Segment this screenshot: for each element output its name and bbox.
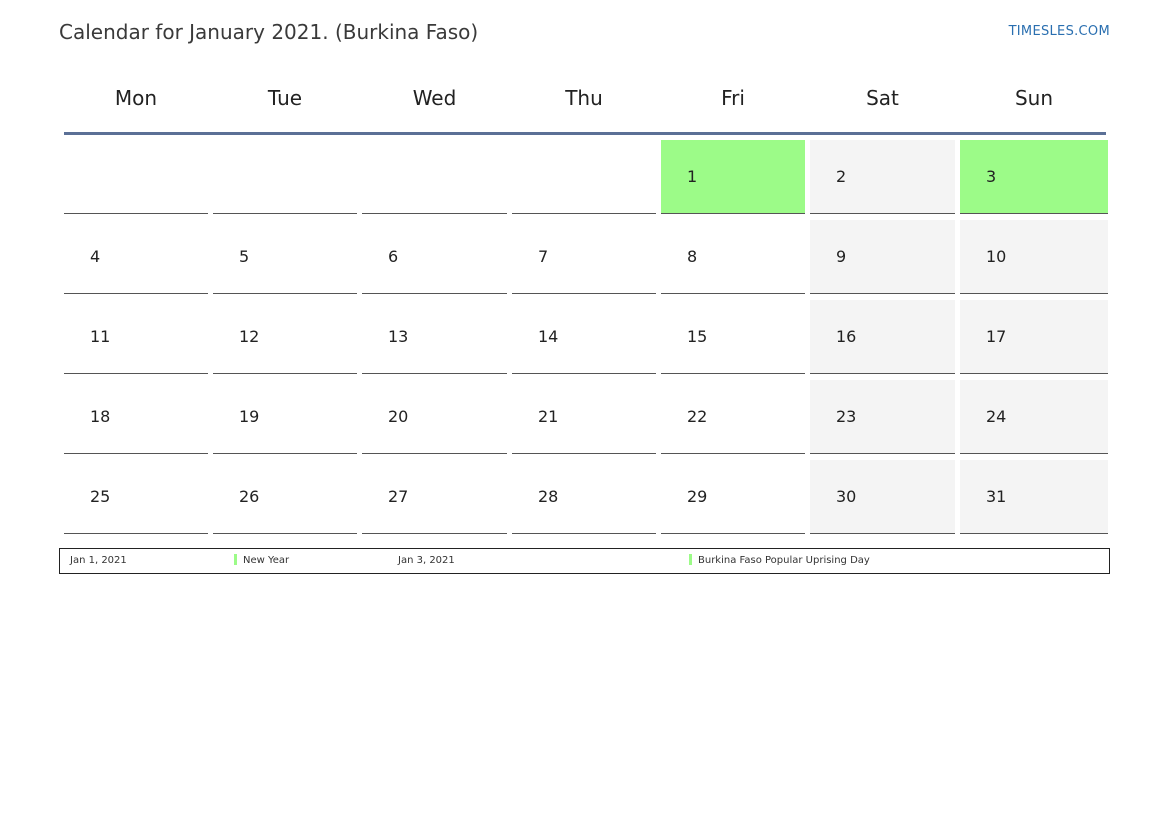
day-cell-2[interactable]: 2 xyxy=(810,140,955,214)
week-row: 11 12 13 14 15 16 17 xyxy=(64,300,1108,374)
day-number: 16 xyxy=(836,327,857,346)
day-cell-5[interactable]: 5 xyxy=(213,220,357,294)
day-cell-30[interactable]: 30 xyxy=(810,460,955,534)
day-number: 29 xyxy=(687,487,708,506)
day-cell-17[interactable]: 17 xyxy=(960,300,1108,374)
weekday-header: Thu xyxy=(565,86,603,110)
calendar-grid: Mon Tue Wed Thu Fri Sat Sun 1 2 3 4 5 6 7 8 9 10 1… xyxy=(64,64,1108,540)
weekday-header: Sun xyxy=(1014,86,1054,110)
day-number: 12 xyxy=(239,327,260,346)
weekday-header: Sat xyxy=(866,86,899,110)
day-number: 25 xyxy=(90,487,111,506)
day-number: 4 xyxy=(90,247,101,266)
holiday-legend: Jan 1, 2021 New Year Jan 3, 2021 Burkina… xyxy=(59,548,1110,574)
holiday-marker-icon xyxy=(689,553,692,565)
day-cell-empty xyxy=(64,140,208,214)
day-cell-7[interactable]: 7 xyxy=(512,220,656,294)
page-title: Calendar for January 2021. (Burkina Faso… xyxy=(59,20,479,44)
legend-holiday-name: Burkina Faso Popular Uprising Day xyxy=(689,549,870,573)
day-cell-empty xyxy=(512,140,656,214)
day-number: 3 xyxy=(986,167,997,186)
day-cell-10[interactable]: 10 xyxy=(960,220,1108,294)
weekday-header: Fri xyxy=(721,86,745,110)
day-number: 7 xyxy=(538,247,549,266)
day-number: 8 xyxy=(687,247,698,266)
day-number: 22 xyxy=(687,407,708,426)
day-cell-25[interactable]: 25 xyxy=(64,460,208,534)
day-cell-24[interactable]: 24 xyxy=(960,380,1108,454)
weeks-container: 1 2 3 4 5 6 7 8 9 10 11 12 13 14 15 16 17 18 19 20 21 22 23 24 2… xyxy=(64,140,1108,534)
day-cell-14[interactable]: 14 xyxy=(512,300,656,374)
day-cell-12[interactable]: 12 xyxy=(213,300,357,374)
day-number: 13 xyxy=(388,327,409,346)
day-cell-3[interactable]: 3 xyxy=(960,140,1108,214)
day-number: 19 xyxy=(239,407,260,426)
day-number: 20 xyxy=(388,407,409,426)
weekday-header: Mon xyxy=(114,86,158,110)
day-cell-8[interactable]: 8 xyxy=(661,220,805,294)
day-number: 10 xyxy=(986,247,1007,266)
day-cell-22[interactable]: 22 xyxy=(661,380,805,454)
day-cell-19[interactable]: 19 xyxy=(213,380,357,454)
weekday-header: Wed xyxy=(412,86,457,110)
legend-holiday-label: Burkina Faso Popular Uprising Day xyxy=(698,555,870,566)
day-cell-9[interactable]: 9 xyxy=(810,220,955,294)
day-number: 9 xyxy=(836,247,847,266)
day-number: 27 xyxy=(388,487,409,506)
legend-holiday-label: New Year xyxy=(243,555,290,566)
legend-date: Jan 3, 2021 xyxy=(398,555,455,566)
day-number: 31 xyxy=(986,487,1007,506)
day-cell-31[interactable]: 31 xyxy=(960,460,1108,534)
brand-link[interactable]: TIMESLES.COM xyxy=(1009,24,1110,39)
day-number: 2 xyxy=(836,167,847,186)
day-number: 30 xyxy=(836,487,857,506)
day-number: 1 xyxy=(687,167,698,186)
week-row: 1 2 3 xyxy=(64,140,1108,214)
day-number: 15 xyxy=(687,327,708,346)
week-row: 4 5 6 7 8 9 10 xyxy=(64,220,1108,294)
day-number: 23 xyxy=(836,407,857,426)
day-cell-23[interactable]: 23 xyxy=(810,380,955,454)
week-row: 18 19 20 21 22 23 24 xyxy=(64,380,1108,454)
day-cell-28[interactable]: 28 xyxy=(512,460,656,534)
day-number: 11 xyxy=(90,327,111,346)
day-cell-13[interactable]: 13 xyxy=(362,300,507,374)
day-number: 17 xyxy=(986,327,1007,346)
week-row: 25 26 27 28 29 30 31 xyxy=(64,460,1108,534)
day-cell-29[interactable]: 29 xyxy=(661,460,805,534)
day-number: 14 xyxy=(538,327,559,346)
day-cell-empty xyxy=(213,140,357,214)
legend-date: Jan 1, 2021 xyxy=(70,555,127,566)
day-cell-empty xyxy=(362,140,507,214)
day-number: 5 xyxy=(239,247,250,266)
day-number: 24 xyxy=(986,407,1007,426)
day-cell-21[interactable]: 21 xyxy=(512,380,656,454)
day-number: 26 xyxy=(239,487,260,506)
weekday-header-row: Mon Tue Wed Thu Fri Sat Sun xyxy=(64,64,1106,135)
day-number: 28 xyxy=(538,487,559,506)
legend-holiday-name: New Year xyxy=(234,549,289,573)
day-cell-18[interactable]: 18 xyxy=(64,380,208,454)
day-cell-4[interactable]: 4 xyxy=(64,220,208,294)
weekday-header: Tue xyxy=(267,86,303,110)
holiday-marker-icon xyxy=(234,553,237,565)
day-cell-27[interactable]: 27 xyxy=(362,460,507,534)
day-number: 18 xyxy=(90,407,111,426)
day-number: 21 xyxy=(538,407,559,426)
day-cell-1[interactable]: 1 xyxy=(661,140,805,214)
day-number: 6 xyxy=(388,247,399,266)
day-cell-6[interactable]: 6 xyxy=(362,220,507,294)
day-cell-16[interactable]: 16 xyxy=(810,300,955,374)
day-cell-15[interactable]: 15 xyxy=(661,300,805,374)
day-cell-26[interactable]: 26 xyxy=(213,460,357,534)
day-cell-11[interactable]: 11 xyxy=(64,300,208,374)
day-cell-20[interactable]: 20 xyxy=(362,380,507,454)
